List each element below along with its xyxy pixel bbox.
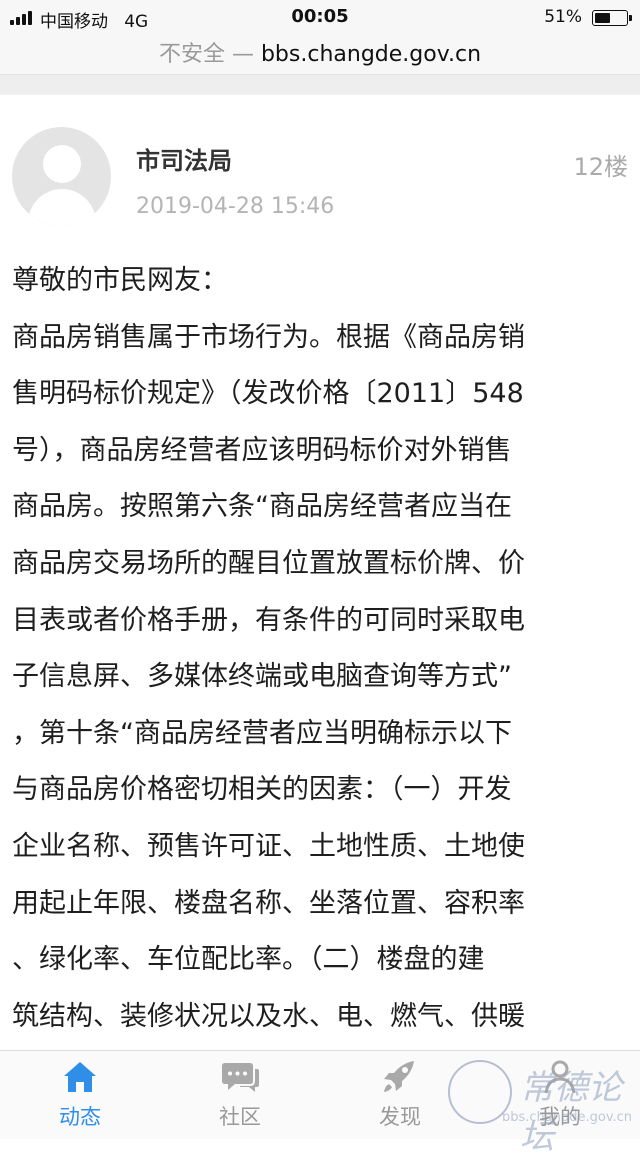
status-bar: 中国移动 4G 00:05 51% xyxy=(0,0,640,36)
forum-watermark: 常德论坛 bbs.changde.gov.cn xyxy=(440,1052,633,1157)
content-line: 号），商品房经营者应该明码标价对外销售 xyxy=(12,434,512,466)
content-line: 目表或者价格手册，有条件的可同时采取电 xyxy=(12,604,525,636)
tab-community[interactable]: 社区 xyxy=(160,1051,320,1139)
home-icon xyxy=(64,1062,96,1092)
tab-label: 社区 xyxy=(219,1105,261,1129)
content-line: 商品房。按照第六条“商品房经营者应当在 xyxy=(12,491,512,523)
watermark-url: bbs.changde.gov.cn xyxy=(502,1110,633,1125)
url-domain: bbs.changde.gov.cn xyxy=(260,42,482,67)
post-timestamp: 2019-04-28 15:46 xyxy=(136,194,335,219)
content-line: 筑结构、装修状况以及水、电、燃气、供暖 xyxy=(12,1000,525,1032)
content-line: 商品房销售属于市场行为。根据《商品房销 xyxy=(12,321,525,353)
insecure-label: 不安全 xyxy=(158,42,225,67)
battery-icon xyxy=(592,10,632,26)
content-line: 售明码标价规定》（发改价格〔2011〕548 xyxy=(12,378,524,410)
tab-label: 动态 xyxy=(59,1105,101,1129)
watermark-text: 常德论坛 xyxy=(520,1068,622,1157)
content-line: 、绿化率、车位配比率。（二）楼盘的建 xyxy=(12,944,485,976)
rocket-icon xyxy=(384,1061,414,1092)
battery-percent: 51% xyxy=(544,7,582,27)
tab-dynamic[interactable]: 动态 xyxy=(0,1051,160,1139)
chat-icon xyxy=(222,1063,259,1092)
content-line: 用起止年限、楼盘名称、坐落位置、容积率 xyxy=(12,887,525,919)
section-divider xyxy=(0,75,640,95)
post-content: 尊敬的市民网友： 商品房销售属于市场行为。根据《商品房销 售明码标价规定》（发改… xyxy=(12,253,626,1045)
content-line: 子信息屏、多媒体终端或电脑查询等方式” xyxy=(12,661,512,693)
content-line: 企业名称、预售许可证、土地性质、土地使 xyxy=(12,830,525,862)
avatar[interactable] xyxy=(12,127,111,226)
content-line: ，第十条“商品房经营者应当明确标示以下 xyxy=(12,717,512,749)
content-line: 尊敬的市民网友： xyxy=(12,265,228,296)
content-line: 商品房交易场所的醒目位置放置标价牌、价 xyxy=(12,547,525,579)
content-line: 与商品房价格密切相关的因素：（一）开发 xyxy=(12,774,512,806)
post-card: 市司法局 12楼 2019-04-28 15:46 尊敬的市民网友： 商品房销售… xyxy=(0,95,640,1050)
post-author[interactable]: 市司法局 xyxy=(136,141,232,176)
address-separator: — xyxy=(231,42,254,67)
post-floor: 12楼 xyxy=(573,153,628,181)
address-bar[interactable]: 不安全 — bbs.changde.gov.cn xyxy=(0,36,640,75)
